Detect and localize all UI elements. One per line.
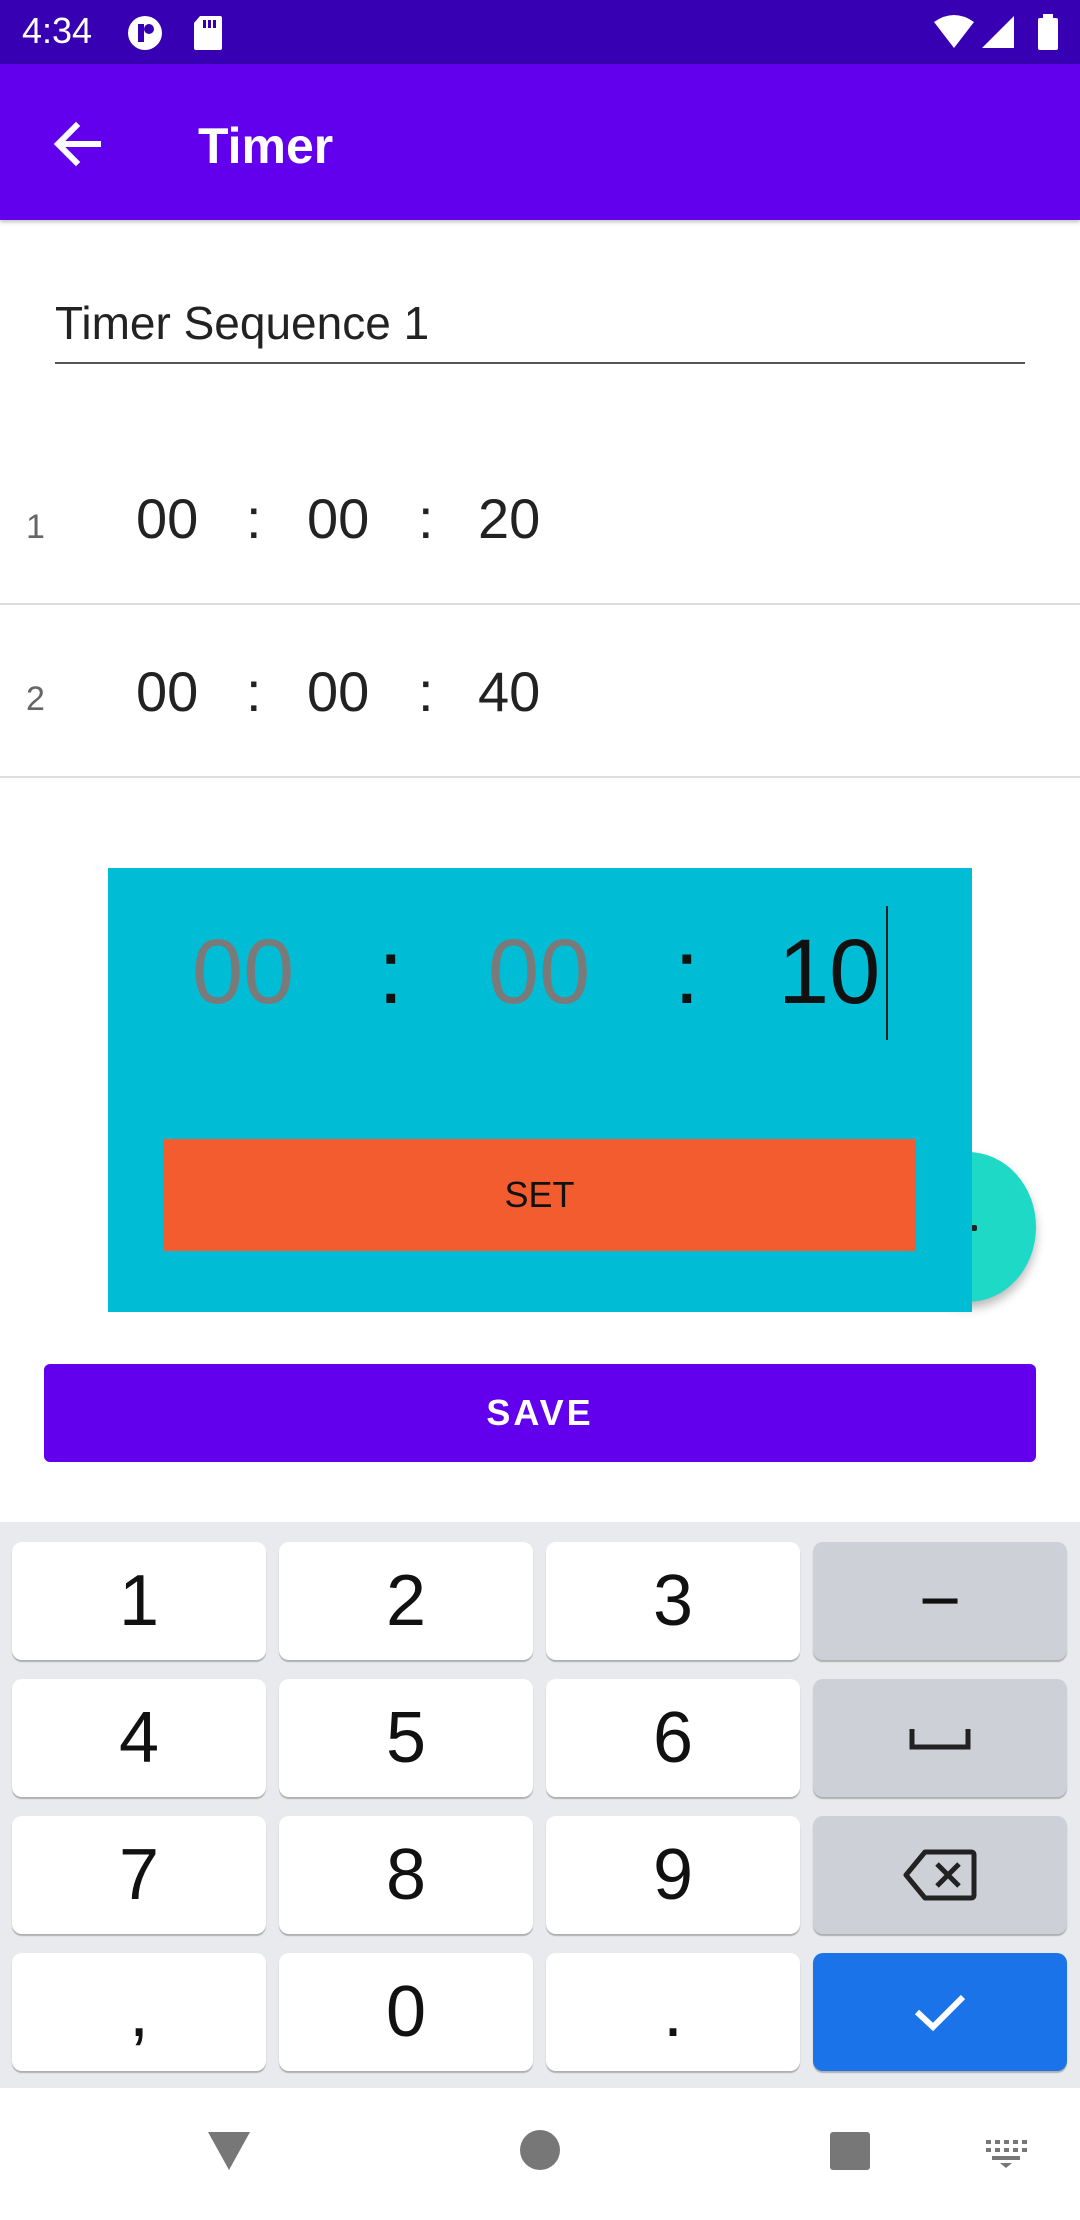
timer-hours[interactable]: 00 xyxy=(136,659,198,724)
key-backspace[interactable] xyxy=(813,1816,1067,1934)
notification-app-icon xyxy=(128,16,162,50)
timer-colon: : xyxy=(418,487,434,550)
checkmark-icon xyxy=(914,1994,966,2032)
save-button[interactable]: SAVE xyxy=(44,1364,1036,1462)
key-space[interactable] xyxy=(813,1679,1067,1797)
status-time: 4:34 xyxy=(22,10,93,51)
status-bar: 4:34 xyxy=(0,0,1080,64)
key-5[interactable]: 5 xyxy=(279,1679,533,1797)
timer-colon: : xyxy=(246,660,262,723)
timer-hours[interactable]: 00 xyxy=(136,486,198,551)
battery-icon xyxy=(1038,14,1058,50)
numeric-keyboard: 1 2 3 − 4 5 6 7 8 9 , 0 . xyxy=(0,1522,1080,2088)
app-bar xyxy=(0,64,1080,220)
navigation-bar xyxy=(0,2088,1080,2220)
timer-colon: : xyxy=(246,487,262,550)
wifi-icon xyxy=(934,15,974,48)
key-3[interactable]: 3 xyxy=(546,1542,800,1660)
key-4[interactable]: 4 xyxy=(12,1679,266,1797)
key-7[interactable]: 7 xyxy=(12,1816,266,1934)
key-9[interactable]: 9 xyxy=(546,1816,800,1934)
key-period[interactable]: . xyxy=(546,1953,800,2071)
space-icon xyxy=(909,1729,971,1750)
text-cursor xyxy=(886,906,888,1040)
sd-card-icon xyxy=(194,16,222,50)
timer-seconds[interactable]: 20 xyxy=(478,486,540,551)
dialog-colon: : xyxy=(674,921,700,1023)
arrow-left-icon[interactable] xyxy=(46,112,110,176)
key-2[interactable]: 2 xyxy=(279,1542,533,1660)
key-1[interactable]: 1 xyxy=(12,1542,266,1660)
key-comma[interactable]: , xyxy=(12,1953,266,2071)
key-done[interactable] xyxy=(813,1953,1067,2071)
row-divider xyxy=(0,776,1080,778)
sequence-name-underline xyxy=(55,362,1025,364)
cellular-signal-icon xyxy=(982,16,1014,48)
backspace-icon xyxy=(903,1849,977,1901)
dialog-minutes-input[interactable]: 00 xyxy=(488,920,590,1025)
key-6[interactable]: 6 xyxy=(546,1679,800,1797)
home-nav-icon[interactable] xyxy=(519,2129,561,2171)
dialog-hours-input[interactable]: 00 xyxy=(192,920,294,1025)
timer-minutes[interactable]: 00 xyxy=(307,659,369,724)
row-divider xyxy=(0,603,1080,605)
keyboard-switch-icon[interactable] xyxy=(984,2138,1028,2168)
dialog-colon: : xyxy=(378,921,404,1023)
timer-seconds[interactable]: 40 xyxy=(478,659,540,724)
timer-row-index: 2 xyxy=(26,680,45,718)
key-0[interactable]: 0 xyxy=(279,1953,533,2071)
back-nav-icon[interactable] xyxy=(206,2130,252,2172)
set-button[interactable]: SET xyxy=(163,1139,916,1251)
key-minus[interactable]: − xyxy=(813,1542,1067,1660)
dialog-seconds-input[interactable]: 10 xyxy=(778,920,880,1025)
timer-minutes[interactable]: 00 xyxy=(307,486,369,551)
recents-nav-icon[interactable] xyxy=(829,2131,871,2171)
timer-row-index: 1 xyxy=(26,508,45,546)
key-8[interactable]: 8 xyxy=(279,1816,533,1934)
page-title: Timer xyxy=(198,118,334,174)
timer-colon: : xyxy=(418,660,434,723)
sequence-name-input[interactable]: Timer Sequence 1 xyxy=(55,296,429,350)
